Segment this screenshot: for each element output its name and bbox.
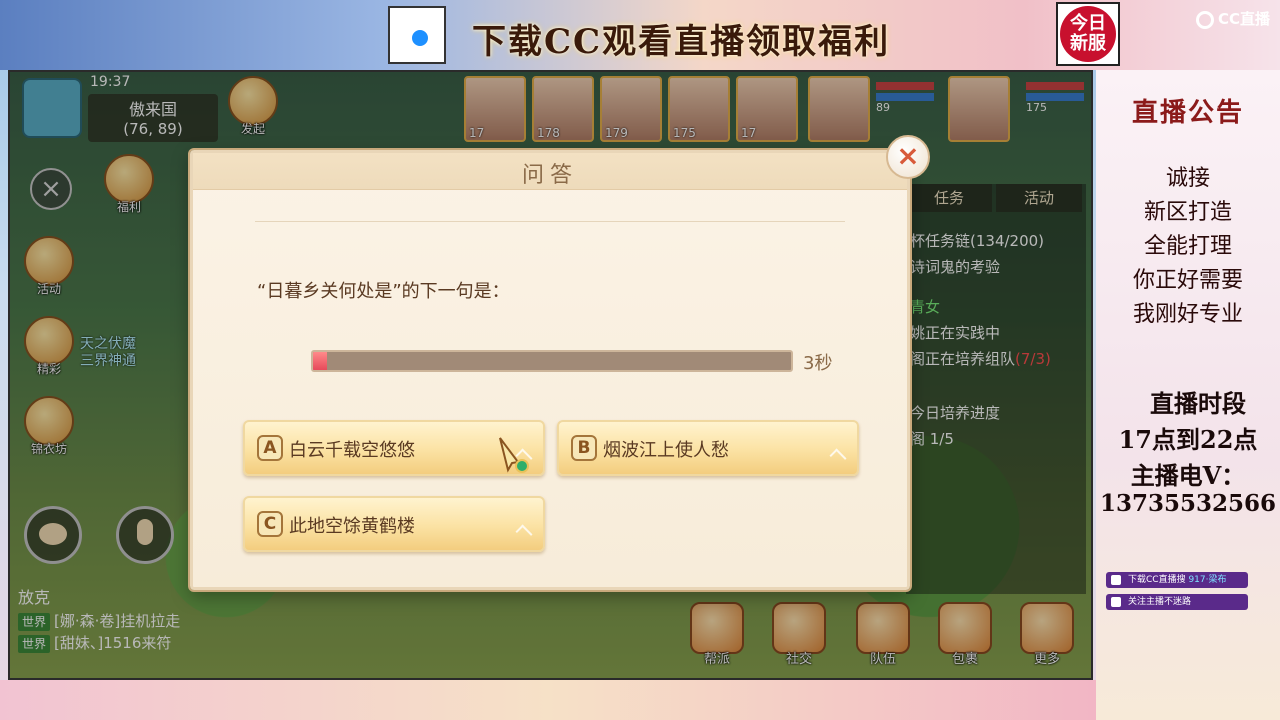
divider: [255, 221, 845, 222]
option-text: 白云千载空悠悠: [289, 440, 415, 461]
close-button[interactable]: ×: [886, 135, 930, 179]
dialog-title: 问答: [521, 163, 578, 188]
schedule-title: 直播时段: [1150, 389, 1246, 418]
option-letter: C: [257, 511, 283, 537]
contact-number: 13735532566: [1099, 490, 1277, 517]
option-letter: B: [571, 435, 597, 461]
announcement-line: 诚接: [1165, 166, 1210, 191]
announcement-line: 我刚好专业: [1132, 302, 1243, 327]
stream-bottom-decoration: [0, 680, 1096, 720]
option-text: 此地空馀黄鹤楼: [289, 516, 415, 537]
pill-text: 关注主播不迷路: [1128, 597, 1192, 607]
cc-stream-logo: CC直播: [1196, 8, 1276, 32]
cc-logo-text: CC直播: [1218, 10, 1271, 28]
dialog-title-bar: 问答: [193, 153, 907, 190]
cursor-icon: [499, 437, 529, 473]
option-letter: A: [257, 435, 283, 461]
pill-accent: 917·梁布: [1188, 575, 1227, 585]
download-icon: [1111, 575, 1121, 585]
countdown-bar: [311, 350, 793, 372]
download-pill[interactable]: 下载CC直播搜 917·梁布: [1106, 572, 1248, 588]
new-server-badge: 今日 新服: [1056, 2, 1120, 66]
cc-icon: [1196, 10, 1214, 29]
contact-label: 主播电V：: [1130, 461, 1246, 490]
countdown-text: 3秒: [803, 353, 833, 374]
announcement-line: 新区打造: [1143, 200, 1232, 225]
schedule-hours: 17点到22点: [1118, 425, 1258, 454]
option-c-button[interactable]: C 此地空馀黄鹤楼: [243, 496, 545, 552]
announcement-line: 全能打理: [1143, 234, 1232, 259]
option-text: 烟波江上使人愁: [603, 440, 729, 461]
stream-top-banner: 下载CC观看直播领取福利 今日 新服 CC直播: [0, 0, 1280, 70]
qr-code: [388, 6, 446, 64]
option-b-button[interactable]: B 烟波江上使人愁: [557, 420, 859, 476]
announcement-line: 你正好需要: [1132, 268, 1243, 293]
announcement-title: 直播公告: [1131, 98, 1244, 128]
cc-logo-icon: [410, 28, 430, 48]
banner-text: 下载CC观看直播领取福利: [472, 22, 891, 62]
pill-text: 下载CC直播搜: [1128, 575, 1186, 585]
quiz-question: “日暮乡关何处是”的下一句是：: [257, 281, 510, 302]
countdown-fill: [313, 352, 328, 370]
sparkle-icon: [829, 448, 847, 466]
quiz-dialog: 问答 × “日暮乡关何处是”的下一句是： 3秒 A 白云千载空悠悠 B 烟波江上…: [190, 135, 930, 590]
sparkle-icon: [515, 524, 533, 542]
new-server-text: 今日 新服: [1060, 6, 1116, 62]
follow-pill[interactable]: 关注主播不迷路: [1106, 594, 1248, 610]
heart-icon: [1111, 597, 1121, 607]
stream-announcement-panel: 直播公告 诚接 新区打造 全能打理 你正好需要 我刚好专业 直播时段 17点到2…: [1096, 70, 1280, 720]
